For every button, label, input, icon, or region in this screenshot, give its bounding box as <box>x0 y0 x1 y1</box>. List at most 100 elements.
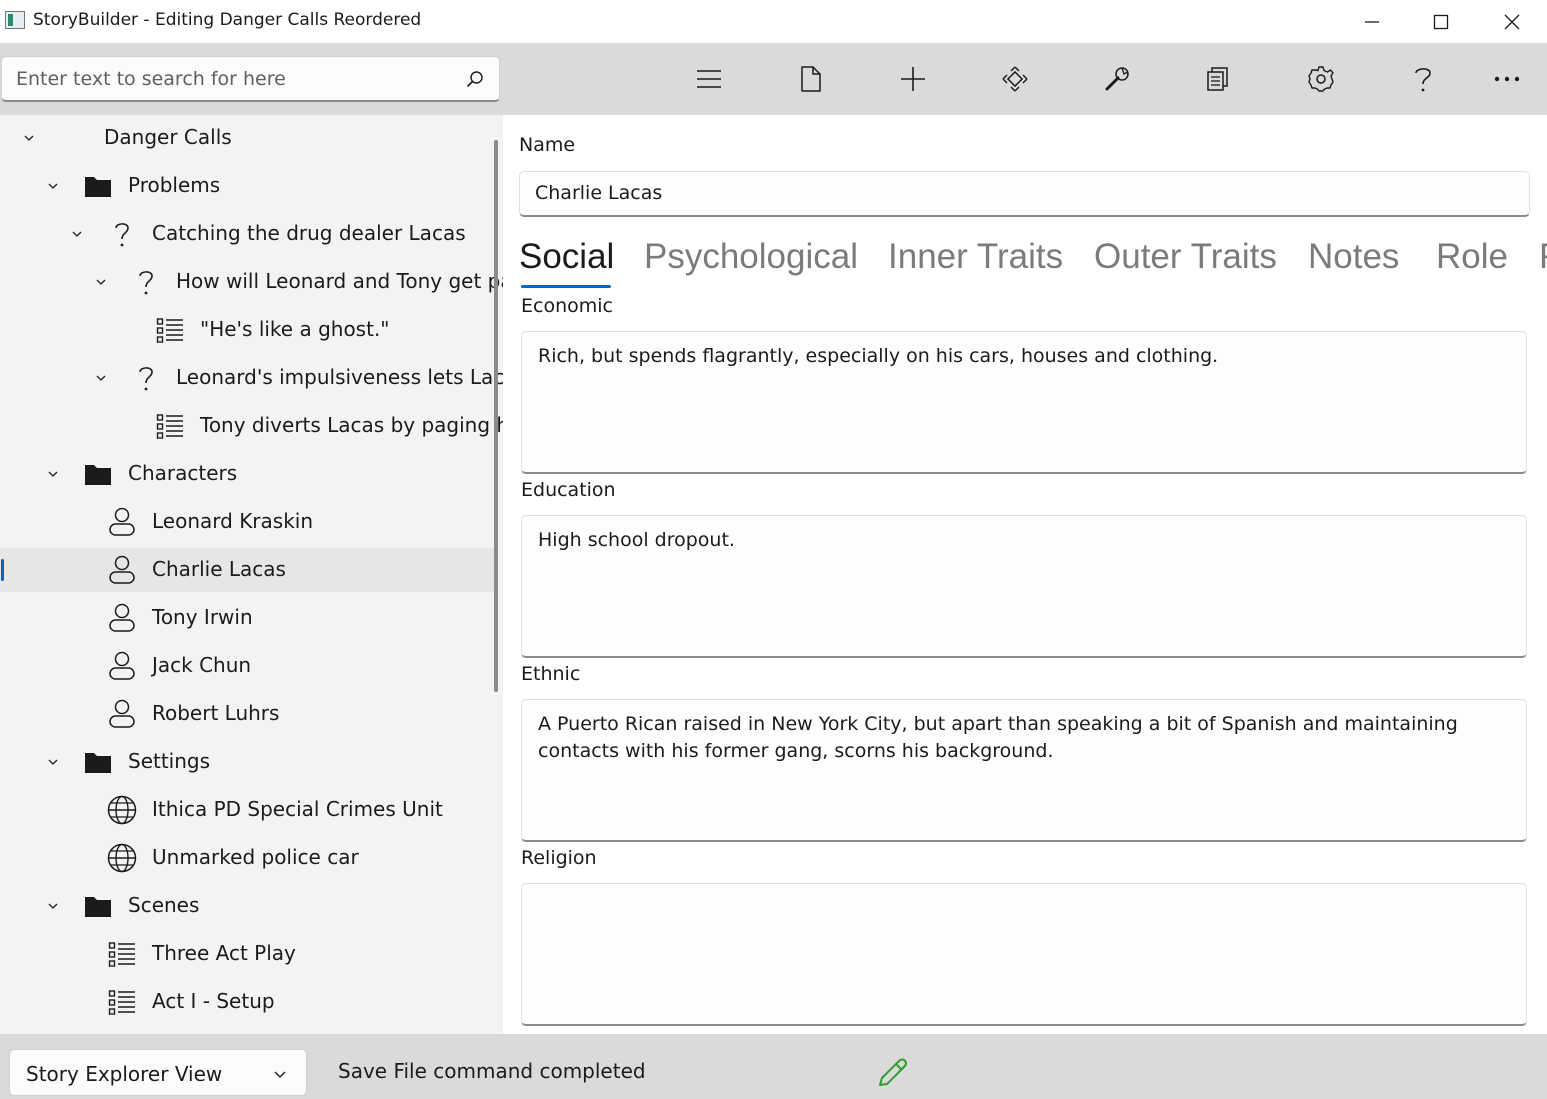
tree-node-problem[interactable]: How will Leonard and Tony get past Lacas <box>0 260 503 304</box>
tree-node-setting[interactable]: Ithica PD Special Crimes Unit <box>0 788 494 832</box>
name-field[interactable]: Charlie Lacas <box>519 171 1530 217</box>
story-explorer-tree: Danger Calls Problems Catching the drug … <box>0 115 503 1034</box>
tree-node-character[interactable]: Robert Luhrs <box>0 692 494 736</box>
add-button[interactable] <box>891 57 935 101</box>
folder-icon <box>82 458 114 490</box>
chevron-down-icon[interactable] <box>21 130 37 146</box>
tree-node-label: Leonard Kraskin <box>152 509 314 533</box>
minimize-button[interactable] <box>1337 0 1407 43</box>
tree-node-label: Characters <box>128 461 238 485</box>
tree-node-label: Robert Luhrs <box>152 701 280 725</box>
tab-overflow[interactable]: F <box>1539 237 1547 277</box>
tree-node-scene[interactable]: Tony diverts Lacas by paging him <box>0 404 503 448</box>
tree-node-problem[interactable]: Leonard's impulsiveness lets Lacas escap… <box>0 356 503 400</box>
tree-node-label: Charlie Lacas <box>152 557 286 581</box>
toolbar <box>0 43 1547 115</box>
ethnic-textarea[interactable]: A Puerto Rican raised in New York City, … <box>521 699 1527 842</box>
tree-node-label: Jack Chun <box>152 653 252 677</box>
tab-inner-traits[interactable]: Inner Traits <box>888 237 1063 277</box>
scene-list-icon <box>106 986 138 1018</box>
tree-node-setting[interactable]: Unmarked police car <box>0 836 494 880</box>
ethnic-value: A Puerto Rican raised in New York City, … <box>538 713 1458 762</box>
view-selector-value: Story Explorer View <box>26 1062 223 1086</box>
tree-node-scene[interactable]: Act I - Setup <box>0 980 494 1024</box>
search-input[interactable] <box>16 66 446 92</box>
close-button[interactable] <box>1477 0 1547 43</box>
move-icon <box>1002 66 1028 92</box>
tab-outer-traits[interactable]: Outer Traits <box>1094 237 1277 277</box>
reports-icon <box>1207 67 1228 91</box>
search-box[interactable] <box>1 56 500 102</box>
file-icon <box>801 66 821 92</box>
tree-node-label: Scenes <box>128 893 200 917</box>
chevron-down-icon[interactable] <box>45 898 61 914</box>
tools-button[interactable] <box>1095 57 1139 101</box>
tree-node-character[interactable]: Tony Irwin <box>0 596 494 640</box>
economic-textarea[interactable]: Rich, but spends flagrantly, especially … <box>521 331 1527 474</box>
tree-node-label: Catching the drug dealer Lacas <box>152 221 466 245</box>
minimize-icon <box>1365 20 1379 23</box>
tools-icon <box>1105 67 1129 91</box>
person-icon <box>106 554 138 586</box>
settings-button[interactable] <box>1299 57 1343 101</box>
name-label: Name <box>519 134 576 156</box>
tree-node-danger-calls[interactable]: Danger Calls <box>0 116 494 160</box>
tree-node-problems[interactable]: Problems <box>0 164 494 208</box>
tree-node-character-selected[interactable]: Charlie Lacas <box>0 548 494 592</box>
scene-list-icon <box>106 938 138 970</box>
tree-node-scene[interactable]: Three Act Play <box>0 932 494 976</box>
reports-button[interactable] <box>1196 57 1240 101</box>
tab-role[interactable]: Role <box>1436 237 1508 277</box>
question-icon <box>130 362 162 394</box>
chevron-down-icon[interactable] <box>45 178 61 194</box>
ethnic-label: Ethnic <box>521 663 581 685</box>
selection-indicator <box>1 559 4 581</box>
tree-node-problem[interactable]: Catching the drug dealer Lacas <box>0 212 494 256</box>
religion-textarea[interactable] <box>521 883 1527 1026</box>
tab-psychological[interactable]: Psychological <box>644 237 858 277</box>
person-icon <box>106 506 138 538</box>
folder-icon <box>82 890 114 922</box>
move-button[interactable] <box>993 57 1037 101</box>
education-value: High school dropout. <box>538 529 735 551</box>
economic-label: Economic <box>521 295 613 317</box>
view-selector-dropdown[interactable]: Story Explorer View <box>9 1049 307 1096</box>
scene-list-icon <box>154 314 186 346</box>
status-bar: Story Explorer View Save File command co… <box>0 1034 1547 1099</box>
tree-node-label: Problems <box>128 173 221 197</box>
tree-node-scenes[interactable]: Scenes <box>0 884 494 928</box>
active-tab-indicator <box>521 285 611 288</box>
tree-node-character[interactable]: Jack Chun <box>0 644 494 688</box>
chevron-down-icon[interactable] <box>45 754 61 770</box>
chevron-down-icon[interactable] <box>69 226 85 242</box>
more-button[interactable] <box>1485 57 1529 101</box>
file-button[interactable] <box>789 57 833 101</box>
more-icon <box>1494 76 1520 82</box>
tree-scrollbar[interactable] <box>494 140 498 692</box>
tree-node-label: Leonard's impulsiveness lets Lacas escap… <box>176 365 503 389</box>
tree-node-character[interactable]: Leonard Kraskin <box>0 500 494 544</box>
tree-node-settings[interactable]: Settings <box>0 740 494 784</box>
tree-node-scene[interactable]: "He's like a ghost." <box>0 308 494 352</box>
window-title: StoryBuilder - Editing Danger Calls Reor… <box>33 10 422 30</box>
chevron-down-icon[interactable] <box>45 466 61 482</box>
tree-node-label: Tony Irwin <box>152 605 253 629</box>
education-textarea[interactable]: High school dropout. <box>521 515 1527 658</box>
tab-social[interactable]: Social <box>519 237 614 277</box>
chevron-down-icon[interactable] <box>93 370 109 386</box>
tree-node-label: Tony diverts Lacas by paging him <box>200 413 503 437</box>
tab-notes[interactable]: Notes <box>1308 237 1399 277</box>
search-icon[interactable] <box>465 69 485 89</box>
tree-node-label: Ithica PD Special Crimes Unit <box>152 797 443 821</box>
question-icon <box>106 218 138 250</box>
tree-node-label: Settings <box>128 749 211 773</box>
tree-node-characters[interactable]: Characters <box>0 452 494 496</box>
person-icon <box>106 650 138 682</box>
chevron-down-icon[interactable] <box>93 274 109 290</box>
app-icon <box>5 11 25 29</box>
maximize-button[interactable] <box>1406 0 1476 43</box>
menu-button[interactable] <box>687 57 731 101</box>
help-button[interactable] <box>1401 57 1445 101</box>
person-icon <box>106 698 138 730</box>
tree-node-label: Danger Calls <box>104 125 232 149</box>
